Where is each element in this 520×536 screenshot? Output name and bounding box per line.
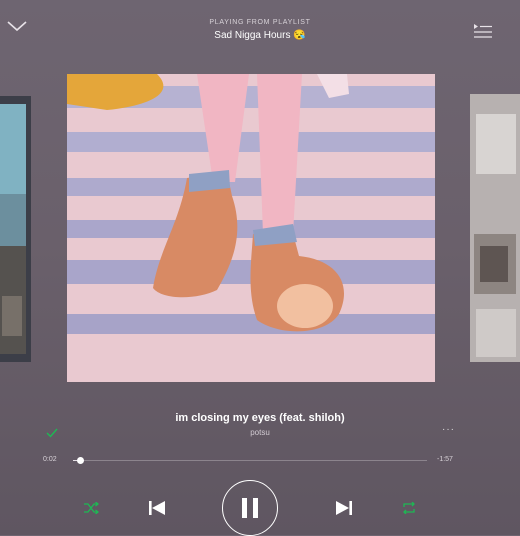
more-icon[interactable]: ···	[442, 424, 455, 435]
shuffle-icon	[84, 502, 99, 514]
playing-from-label: PLAYING FROM PLAYLIST	[209, 19, 311, 26]
repeat-button[interactable]	[398, 492, 420, 524]
queue-list-icon[interactable]	[474, 24, 492, 40]
previous-button[interactable]	[144, 492, 170, 524]
repeat-icon	[403, 502, 415, 514]
progress-knob[interactable]	[77, 457, 85, 464]
previous-track-artwork[interactable]	[0, 96, 31, 362]
next-button[interactable]	[331, 492, 357, 524]
remaining-time: -1:57	[437, 456, 453, 463]
shuffle-button[interactable]	[80, 492, 102, 524]
check-icon[interactable]	[46, 428, 58, 438]
track-title[interactable]: im closing my eyes (feat. shiloh)	[0, 412, 520, 424]
pause-button[interactable]	[222, 480, 278, 536]
album-artwork	[67, 74, 435, 382]
skip-next-icon	[336, 501, 352, 515]
now-playing-header: PLAYING FROM PLAYLIST Sad Nigga Hours 😪	[0, 0, 520, 60]
next-track-artwork[interactable]	[470, 94, 520, 362]
skip-previous-icon	[149, 501, 165, 515]
elapsed-time: 0:02	[43, 456, 57, 463]
progress-bar[interactable]	[73, 457, 427, 464]
pause-icon	[242, 498, 258, 518]
playlist-name[interactable]: Sad Nigga Hours 😪	[0, 30, 520, 41]
